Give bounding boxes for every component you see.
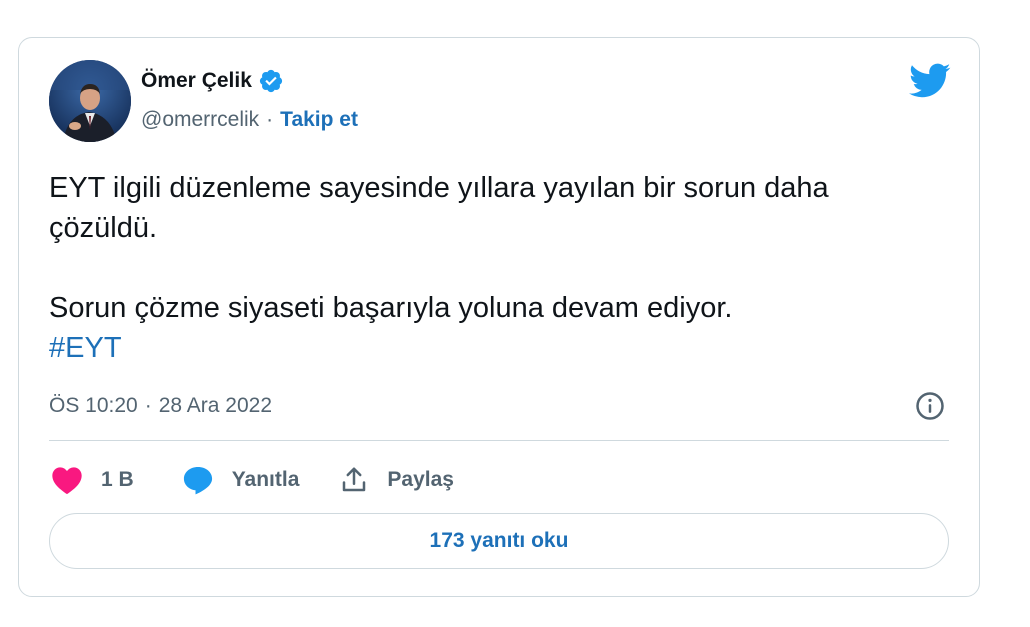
reply-button[interactable]: Yanıtla	[182, 465, 300, 495]
tweet-text: EYT ilgili düzenleme sayesinde yıllara y…	[49, 168, 929, 368]
separator-dot: ·	[144, 394, 152, 417]
tweet-card: Ömer Çelik @omerrcelik · Takip et EYT il…	[18, 37, 980, 597]
tweet-actions: 1 B Yanıtla Paylaş	[51, 460, 454, 500]
follow-button[interactable]: Takip et	[280, 108, 358, 132]
tweet-text-line-2: Sorun çözme siyaseti başarıyla yoluna de…	[49, 292, 733, 324]
hashtag-link[interactable]: #EYT	[49, 332, 122, 364]
author-name[interactable]: Ömer Çelik	[141, 69, 252, 93]
tweet-text-line-1: EYT ilgili düzenleme sayesinde yıllara y…	[49, 172, 829, 244]
speech-bubble-icon	[183, 466, 212, 495]
tweet-date: 28 Ara 2022	[158, 394, 272, 417]
divider	[49, 440, 949, 441]
share-button[interactable]: Paylaş	[339, 465, 454, 495]
author-handle[interactable]: @omerrcelik	[141, 108, 259, 132]
avatar[interactable]	[49, 60, 131, 142]
verified-badge-icon	[259, 69, 282, 93]
author-handle-row: @omerrcelik · Takip et	[141, 108, 358, 132]
heart-icon	[52, 467, 82, 495]
author-name-row: Ömer Çelik	[141, 68, 284, 94]
info-icon[interactable]	[915, 391, 945, 421]
share-label: Paylaş	[387, 468, 454, 491]
reply-label: Yanıtla	[231, 468, 300, 491]
read-replies-label: 173 yanıtı oku	[429, 529, 569, 552]
tweet-time: ÖS 10:20	[49, 394, 138, 417]
separator-dot: ·	[266, 108, 274, 131]
tweet-timestamp[interactable]: ÖS 10:20 · 28 Ara 2022	[49, 394, 272, 418]
read-replies-button[interactable]: 173 yanıtı oku	[49, 513, 949, 569]
twitter-bird-icon[interactable]	[909, 63, 951, 99]
like-count: 1 B	[101, 468, 134, 491]
like-button[interactable]: 1 B	[51, 465, 134, 495]
share-upload-icon	[343, 467, 366, 492]
